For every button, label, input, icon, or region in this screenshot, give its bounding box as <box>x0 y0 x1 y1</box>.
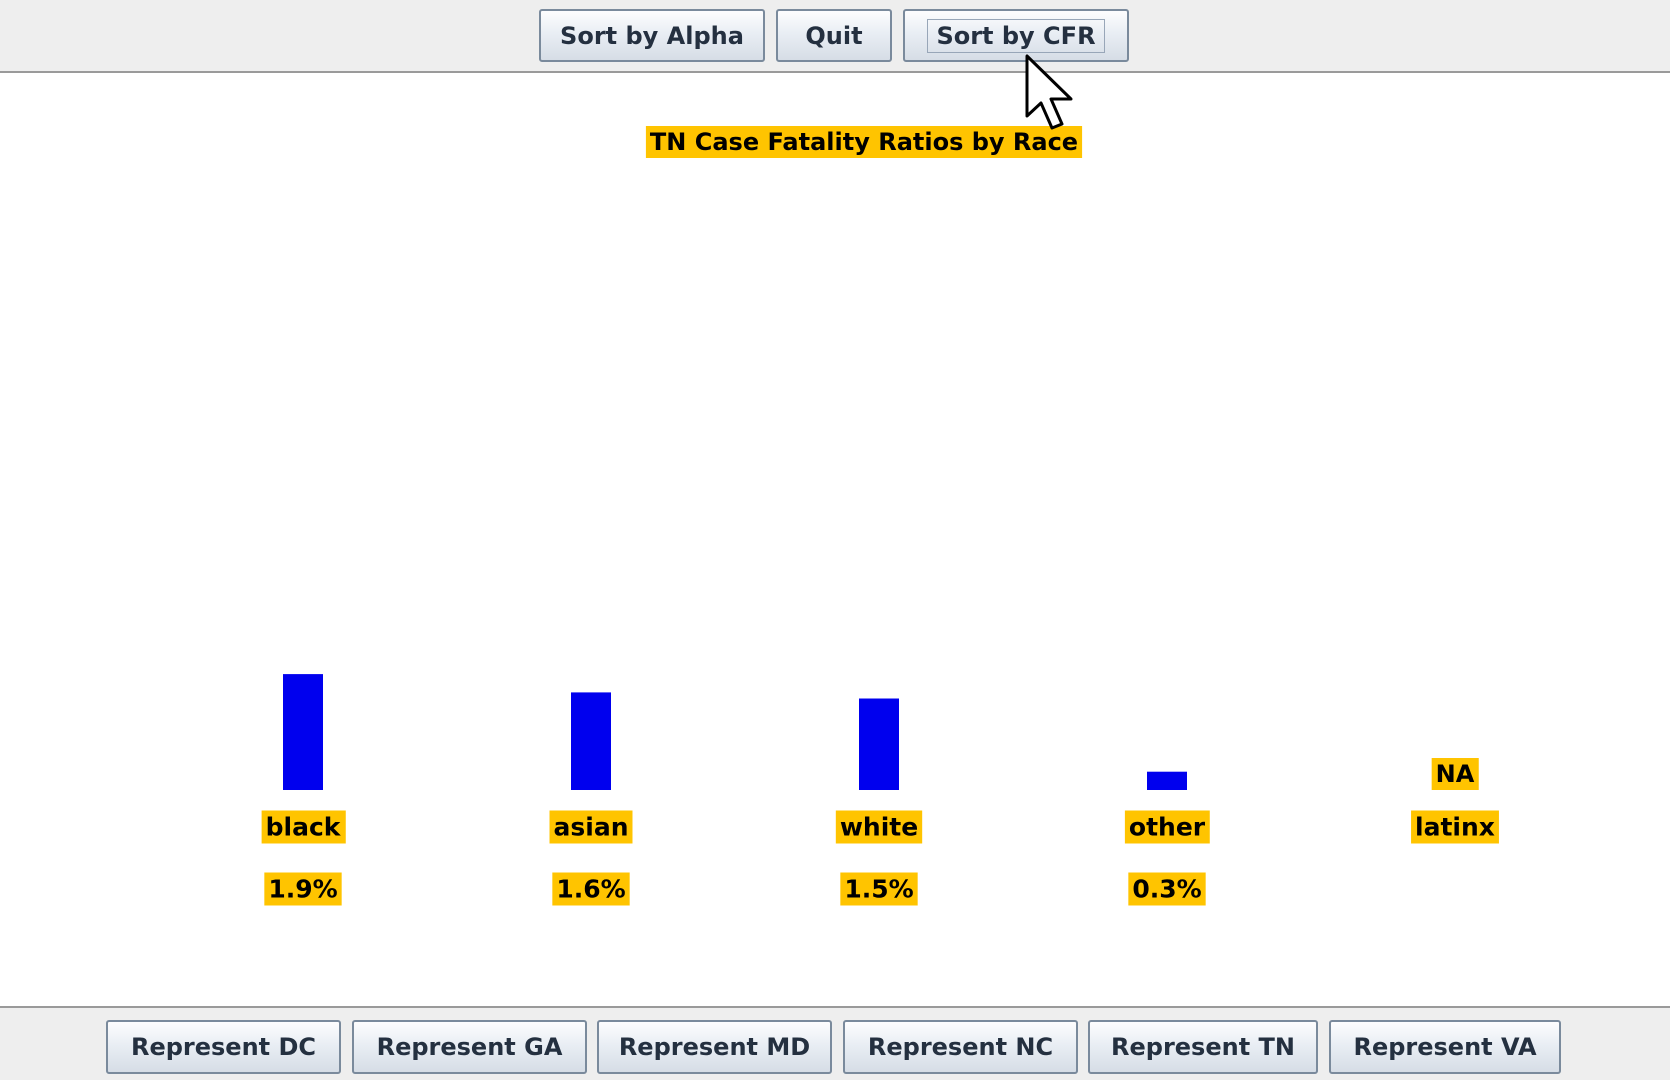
sort-by-alpha-button[interactable]: Sort by Alpha <box>539 9 765 62</box>
missing-value-label-latinx-text: NA <box>1436 760 1475 788</box>
category-label-other: other <box>1124 810 1210 844</box>
represent-nc-label: Represent NC <box>867 1033 1054 1061</box>
chart-title-text: TN Case Fatality Ratios by Race <box>650 128 1078 156</box>
top-toolbar: Sort by Alpha Quit Sort by CFR <box>0 0 1670 73</box>
category-label-asian: asian <box>549 810 633 844</box>
represent-tn-button[interactable]: Represent TN <box>1088 1020 1318 1074</box>
represent-dc-button[interactable]: Represent DC <box>106 1020 341 1074</box>
quit-label: Quit <box>805 21 863 50</box>
category-label-white: white <box>835 810 923 844</box>
cfr-bar-chart: TN Case Fatality Ratios by Race black 1.9%… <box>261 126 1499 906</box>
sort-by-cfr-button[interactable]: Sort by CFR <box>903 9 1129 62</box>
sort-by-alpha-label: Sort by Alpha <box>560 21 744 50</box>
represent-md-button[interactable]: Represent MD <box>597 1020 832 1074</box>
value-label-black-text: 1.9% <box>268 875 337 904</box>
chart-title: TN Case Fatality Ratios by Race <box>645 126 1083 158</box>
represent-ga-label: Represent GA <box>376 1033 563 1061</box>
represent-tn-label: Represent TN <box>1111 1033 1295 1061</box>
missing-value-label-latinx: NA <box>1431 758 1479 790</box>
represent-md-label: Represent MD <box>618 1033 811 1061</box>
represent-ga-button[interactable]: Represent GA <box>352 1020 587 1074</box>
value-label-other-text: 0.3% <box>1132 875 1201 904</box>
represent-nc-button[interactable]: Represent NC <box>843 1020 1078 1074</box>
represent-va-label: Represent VA <box>1353 1033 1537 1061</box>
category-label-latinx: latinx <box>1411 810 1499 844</box>
bar-white <box>859 698 899 790</box>
sort-by-cfr-label: Sort by CFR <box>927 18 1105 53</box>
bar-black <box>283 674 323 790</box>
value-label-black: 1.9% <box>264 872 342 906</box>
represent-dc-label: Represent DC <box>130 1033 317 1061</box>
category-label-black: black <box>261 810 346 844</box>
arrow-cursor-icon <box>1025 54 1073 130</box>
bar-other <box>1147 771 1187 790</box>
value-label-asian: 1.6% <box>552 872 630 906</box>
bar-asian <box>571 692 611 790</box>
quit-button[interactable]: Quit <box>776 9 892 62</box>
value-label-other: 0.3% <box>1128 872 1206 906</box>
value-label-white-text: 1.5% <box>844 875 913 904</box>
chart-panel: TN Case Fatality Ratios by Race black 1.9%… <box>0 73 1670 1006</box>
represent-va-button[interactable]: Represent VA <box>1329 1020 1561 1074</box>
category-label-latinx-text: latinx <box>1415 813 1495 842</box>
value-label-asian-text: 1.6% <box>556 875 625 904</box>
category-label-black-text: black <box>266 813 342 842</box>
category-label-other-text: other <box>1129 813 1206 842</box>
category-label-asian-text: asian <box>554 813 629 842</box>
value-label-white: 1.5% <box>840 872 918 906</box>
bottom-state-bar: Represent DC Represent GA Represent MD R… <box>0 1006 1670 1080</box>
category-label-white-text: white <box>840 813 918 842</box>
